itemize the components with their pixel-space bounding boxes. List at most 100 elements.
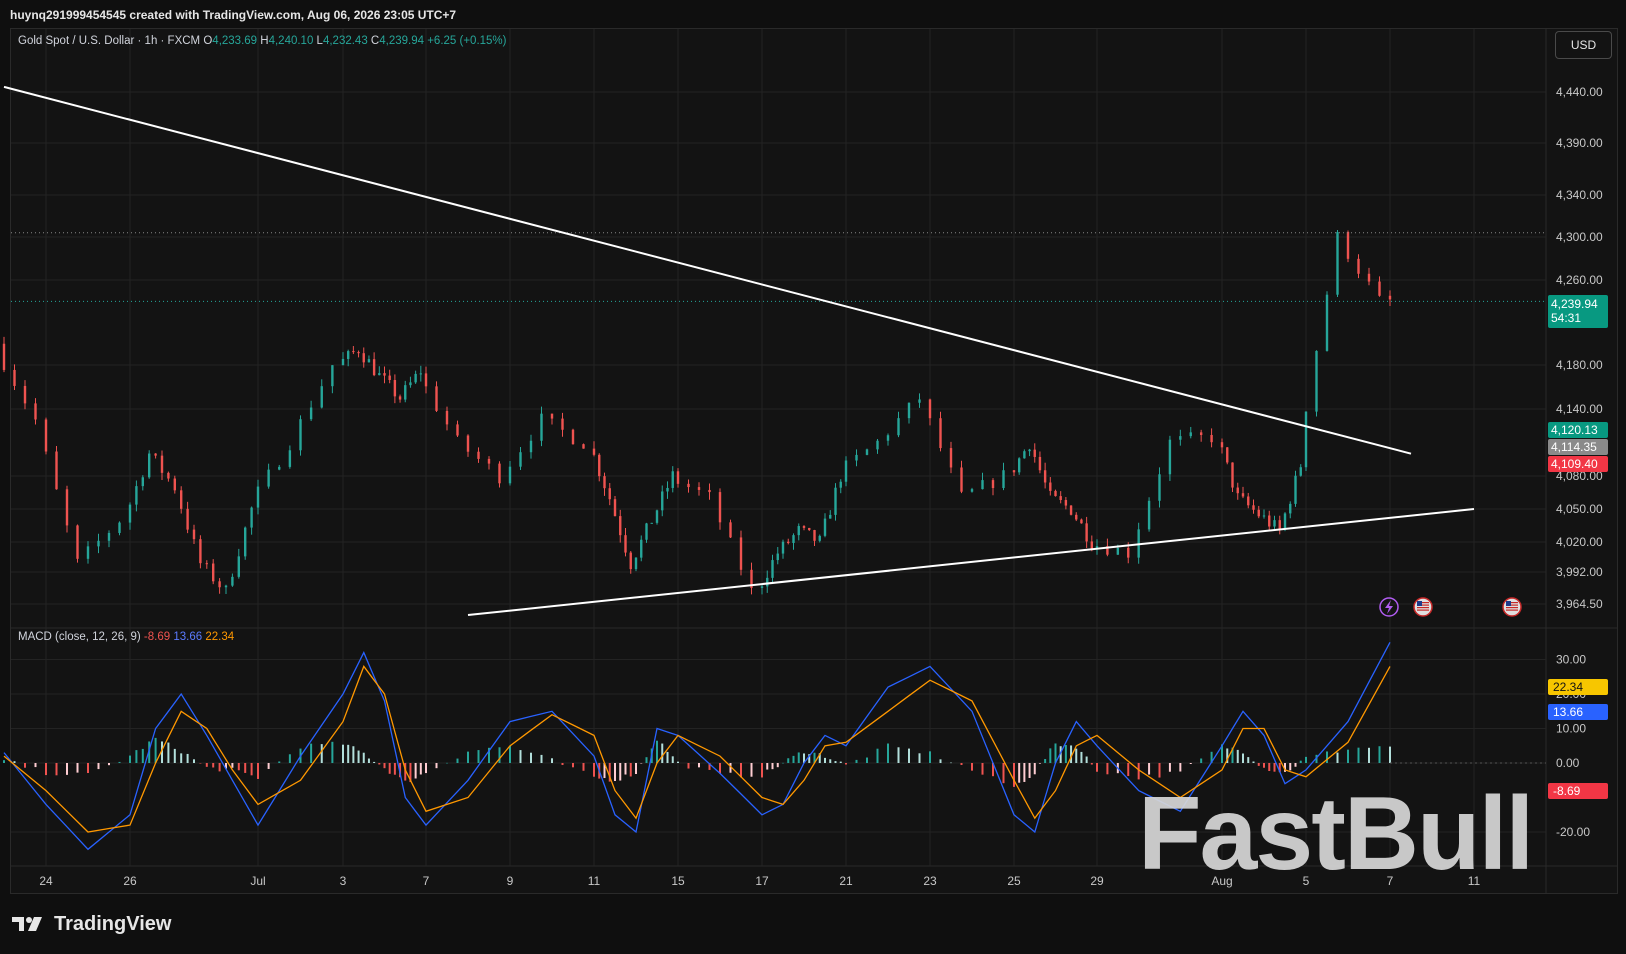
- candle-body: [939, 418, 942, 449]
- macd-histogram-bar: [645, 757, 648, 763]
- trendlines[interactable]: [3, 85, 1475, 617]
- macd-histogram-bar: [342, 744, 344, 763]
- event-markers[interactable]: [1379, 597, 1522, 617]
- macd-histogram-bar: [918, 753, 921, 763]
- macd-histogram-bar: [981, 763, 984, 775]
- candle-body: [346, 351, 350, 359]
- currency-button[interactable]: USD: [1555, 31, 1612, 59]
- time-label[interactable]: 25: [1007, 874, 1021, 888]
- macd-histogram-bar: [971, 763, 973, 771]
- price-tick: 4,180.00: [1556, 358, 1603, 372]
- candle-body: [813, 530, 816, 541]
- candle-body: [1289, 503, 1292, 514]
- candle-body: [1278, 520, 1281, 530]
- macd-histogram-bar: [1378, 746, 1381, 763]
- macd-histogram-bar: [656, 740, 658, 763]
- level-1-label: 4,120.13: [1551, 423, 1598, 437]
- us-flag-event-icon[interactable]: [1502, 597, 1522, 617]
- macd-histogram-bar: [787, 758, 790, 763]
- macd-histogram-bar: [845, 763, 847, 765]
- candle-body: [97, 540, 100, 547]
- time-label[interactable]: 11: [588, 874, 601, 888]
- macd-histogram-bar: [855, 759, 858, 763]
- candle-body: [1315, 350, 1318, 412]
- symbol-legend[interactable]: Gold Spot / U.S. Dollar · 1h · FXCM O4,2…: [18, 35, 506, 47]
- candle-body: [367, 359, 371, 363]
- candle-body: [1127, 547, 1130, 558]
- candle-body: [435, 386, 438, 411]
- macd-histogram-bar: [425, 763, 427, 774]
- candle-body: [398, 396, 402, 400]
- macd-histogram-bar: [367, 758, 370, 763]
- symbol-name: Gold Spot / U.S. Dollar · 1h · FXCM: [18, 35, 201, 47]
- change-value: +6.25 (+0.15%): [427, 35, 507, 47]
- price-tick: 4,340.00: [1556, 188, 1603, 202]
- candle-body: [529, 440, 533, 453]
- candle-body: [655, 510, 659, 523]
- us-flag-event-icon[interactable]: [1413, 597, 1433, 617]
- candle-body: [173, 478, 176, 491]
- candle-body: [1236, 487, 1239, 494]
- time-label[interactable]: Jul: [250, 874, 265, 888]
- macd-legend[interactable]: MACD (close, 12, 26, 9) -8.69 13.66 22.3…: [18, 631, 234, 643]
- macd-histogram-bar: [792, 755, 795, 763]
- macd-histogram-bar: [250, 763, 253, 776]
- candle-body: [1059, 496, 1062, 501]
- support-trendline[interactable]: [467, 508, 1475, 617]
- macd-line-axis-label: 13.66: [1553, 705, 1583, 719]
- macd-histogram-bar: [834, 761, 837, 763]
- macd-histogram-bar: [1268, 763, 1271, 772]
- candle-body: [1085, 523, 1088, 542]
- time-label[interactable]: 23: [923, 874, 937, 888]
- macd-histogram-bar: [378, 763, 381, 765]
- macd-histogram-bar: [3, 760, 5, 763]
- candle-body: [1336, 231, 1339, 295]
- candle-body: [1069, 505, 1073, 515]
- flag-canton: [1506, 601, 1511, 606]
- macd-histogram-bar: [310, 743, 313, 763]
- time-label[interactable]: 24: [39, 874, 53, 888]
- macd-histogram-bar: [1389, 746, 1391, 763]
- macd-histogram-bar: [320, 744, 323, 763]
- macd-histogram-bar: [1033, 763, 1036, 775]
- time-label[interactable]: 26: [123, 874, 137, 888]
- time-label[interactable]: 17: [755, 874, 769, 888]
- macd-histogram-bar: [1252, 761, 1255, 763]
- macd-histogram-bar: [129, 755, 131, 763]
- candle-body: [244, 527, 247, 557]
- time-label[interactable]: 29: [1090, 874, 1104, 888]
- time-label[interactable]: 3: [340, 874, 347, 888]
- lightning-event-icon[interactable]: [1379, 597, 1399, 617]
- candle-body: [1049, 482, 1052, 491]
- macd-histogram-bar: [288, 754, 291, 763]
- candle-body: [634, 557, 638, 570]
- candle-body: [1064, 500, 1068, 506]
- candle-body: [839, 481, 842, 488]
- candle-body: [378, 373, 381, 376]
- time-label[interactable]: 7: [423, 874, 430, 888]
- macd-histogram-bar: [839, 761, 842, 763]
- macd-histogram-bar: [456, 758, 459, 763]
- macd-histogram-bar: [1013, 763, 1015, 787]
- candle-body: [603, 476, 606, 489]
- macd-histogram-bar: [1200, 758, 1203, 763]
- candle-body: [1199, 432, 1203, 435]
- candle-body: [1168, 439, 1172, 475]
- candle-body: [781, 541, 785, 554]
- time-label[interactable]: 21: [839, 874, 853, 888]
- macd-histogram-bar: [624, 763, 627, 775]
- candle-body: [419, 373, 423, 375]
- time-label[interactable]: 15: [671, 874, 685, 888]
- candle-body: [608, 488, 611, 500]
- macd-histogram-bar: [34, 763, 37, 768]
- candle-body: [1090, 541, 1094, 549]
- time-label[interactable]: 9: [507, 874, 514, 888]
- macd-histogram-bar: [1326, 751, 1328, 763]
- candle-body: [466, 435, 470, 452]
- candle-body: [629, 552, 632, 570]
- macd-histogram-bar: [1044, 759, 1047, 763]
- resistance-trendline[interactable]: [3, 85, 1412, 455]
- candle-body: [808, 527, 811, 531]
- macd-histogram-value: -8.69: [143, 631, 171, 643]
- candle-body: [928, 399, 932, 419]
